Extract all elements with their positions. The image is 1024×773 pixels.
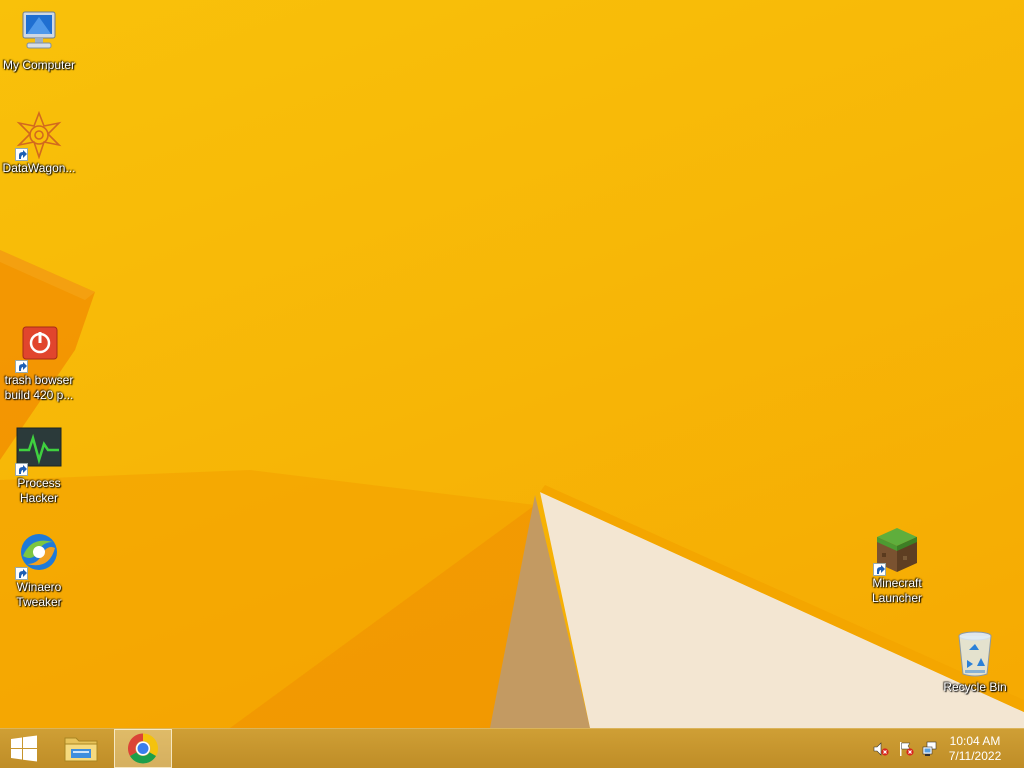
volume-muted-icon[interactable] <box>873 741 889 757</box>
file-explorer-button[interactable] <box>56 729 106 768</box>
minecraft-launcher-icon <box>873 526 921 576</box>
desktop-icon-minecraft-launcher[interactable]: Minecraft Launcher <box>858 526 936 606</box>
shortcut-arrow-icon <box>15 148 28 161</box>
recycle-bin-icon <box>951 630 999 678</box>
desktop-icon-label: Process Hacker <box>17 476 61 505</box>
chrome-button[interactable] <box>114 729 172 768</box>
desktop-icon-trash-bowser[interactable]: trash bowser build 420 p... <box>0 323 78 403</box>
chrome-icon <box>127 733 159 764</box>
desktop-icon-label: DataWagon... <box>2 161 76 175</box>
windows-logo-icon <box>11 735 37 762</box>
shortcut-arrow-icon <box>15 360 28 373</box>
desktop-icon-label: My Computer <box>2 58 76 72</box>
desktop-icon-label: trash bowser build 420 p... <box>4 373 74 402</box>
taskbar: 10:04 AM 7/11/2022 <box>0 728 1024 768</box>
action-center-flag-icon[interactable] <box>898 741 914 757</box>
desktop-icon-label: Winaero Tweaker <box>16 580 62 609</box>
folder-icon <box>64 737 98 762</box>
clock-date: 7/11/2022 <box>948 749 1002 763</box>
process-hacker-icon <box>15 426 63 476</box>
trash-bowser-icon <box>15 323 63 373</box>
clock-time: 10:04 AM <box>949 734 1001 748</box>
desktop-icon-label: Recycle Bin <box>943 680 1007 694</box>
winaero-tweaker-icon <box>15 530 63 580</box>
desktop-icon-recycle-bin[interactable]: Recycle Bin <box>936 630 1014 695</box>
my-computer-icon <box>15 8 63 56</box>
shortcut-arrow-icon <box>15 463 28 476</box>
network-icon[interactable] <box>922 741 938 757</box>
desktop-icon-my-computer[interactable]: My Computer <box>0 8 78 73</box>
desktop-icon-process-hacker[interactable]: Process Hacker <box>0 426 78 506</box>
desktop-icon-winaero-tweaker[interactable]: Winaero Tweaker <box>0 530 78 610</box>
wallpaper <box>0 250 1024 728</box>
datawagon-icon <box>15 110 63 161</box>
shortcut-arrow-icon <box>15 567 28 580</box>
shortcut-arrow-icon <box>873 563 886 576</box>
taskbar-clock[interactable]: 10:04 AM 7/11/2022 <box>940 734 1010 764</box>
desktop-icon-label: Minecraft Launcher <box>871 576 923 605</box>
desktop-icon-datawagon[interactable]: DataWagon... <box>0 110 78 176</box>
start-button[interactable] <box>0 729 48 768</box>
desktop[interactable]: My Computer DataWagon... trash bowser bu… <box>0 0 1024 728</box>
